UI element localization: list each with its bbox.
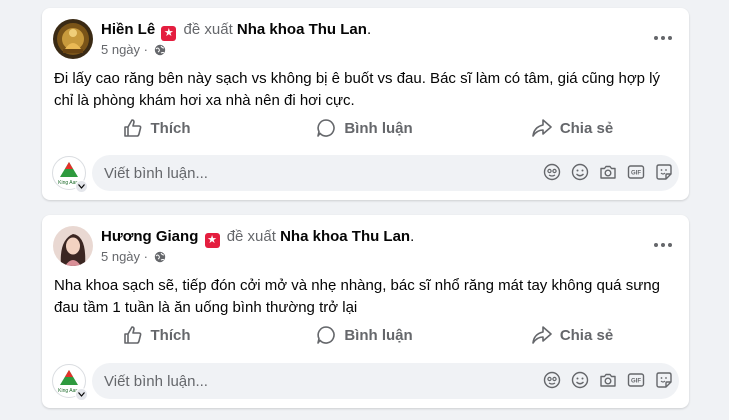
like-label: Thích: [150, 326, 191, 344]
recommend-badge-icon: ★: [204, 233, 220, 248]
avatar-sticker-icon[interactable]: [75, 388, 88, 401]
recommend-badge-icon: ★: [161, 26, 177, 41]
emoji-icon[interactable]: [571, 371, 589, 389]
camera-icon[interactable]: [599, 371, 617, 389]
comment-bubble-icon: [317, 119, 336, 137]
share-label: Chia sẻ: [559, 119, 614, 137]
header-period: .: [410, 228, 415, 245]
avatar-sticker-icon[interactable]: [543, 371, 561, 389]
share-arrow-icon: [532, 326, 552, 344]
gif-icon[interactable]: GIF: [627, 371, 645, 389]
comment-composer: GIF: [92, 363, 679, 399]
post-meta: 5 ngày ·: [101, 42, 166, 59]
share-arrow-icon: [532, 119, 552, 137]
emoji-icon[interactable]: [571, 163, 589, 181]
more-options-icon[interactable]: [651, 233, 675, 257]
post-body-text: Đi lấy cao răng bên này sạch vs không bị…: [54, 70, 660, 109]
review-post: Hiền Lê ★ đề xuất Nha khoa Thu Lan. 5 ng…: [42, 8, 689, 200]
comment-button[interactable]: Bình luận: [262, 110, 467, 146]
comment-tools: GIF: [543, 371, 673, 389]
more-options-icon[interactable]: [651, 26, 675, 50]
author-avatar[interactable]: [53, 19, 93, 59]
post-time[interactable]: 5 ngày: [101, 249, 140, 264]
post-meta: 5 ngày ·: [101, 249, 166, 266]
share-button[interactable]: Chia sẻ: [470, 110, 675, 146]
comment-label: Bình luận: [344, 119, 413, 137]
share-button[interactable]: Chia sẻ: [470, 317, 675, 353]
post-actions: Thích Bình luận Chia sẻ: [54, 317, 677, 353]
post-actions: Thích Bình luận Chia sẻ: [54, 110, 677, 146]
comment-tools: GIF: [543, 163, 673, 181]
post-body-text: Nha khoa sạch sẽ, tiếp đón cởi mở và nhẹ…: [54, 277, 660, 316]
comment-input[interactable]: [104, 155, 404, 191]
avatar-sticker-icon[interactable]: [75, 180, 88, 193]
svg-text:GIF: GIF: [631, 171, 641, 177]
like-button[interactable]: Thích: [54, 317, 259, 353]
author-name[interactable]: Hương Giang: [101, 228, 198, 245]
comment-button[interactable]: Bình luận: [262, 317, 467, 353]
comment-bubble-icon: [317, 326, 336, 344]
like-label: Thích: [150, 119, 191, 137]
share-label: Chia sẻ: [559, 326, 614, 344]
sticker-icon[interactable]: [655, 163, 673, 181]
post-header: Hương Giang ★ đề xuất Nha khoa Thu Lan.: [101, 228, 414, 248]
page-name-link[interactable]: Nha khoa Thu Lan: [237, 21, 367, 38]
recommend-text: đề xuất: [226, 228, 276, 245]
post-header: Hiền Lê ★ đề xuất Nha khoa Thu Lan.: [101, 21, 371, 41]
thumbs-up-icon: [123, 326, 141, 344]
meta-separator: ·: [143, 42, 149, 57]
sticker-icon[interactable]: [655, 371, 673, 389]
avatar-sticker-icon[interactable]: [543, 163, 561, 181]
svg-text:GIF: GIF: [631, 379, 641, 385]
page-name-link[interactable]: Nha khoa Thu Lan: [280, 228, 410, 245]
recommend-text: đề xuất: [183, 21, 233, 38]
review-post: Hương Giang ★ đề xuất Nha khoa Thu Lan. …: [42, 215, 689, 408]
thumbs-up-icon: [123, 119, 141, 137]
meta-separator: ·: [143, 249, 149, 264]
like-button[interactable]: Thích: [54, 110, 259, 146]
camera-icon[interactable]: [599, 163, 617, 181]
post-time[interactable]: 5 ngày: [101, 42, 140, 57]
author-name[interactable]: Hiền Lê: [101, 21, 155, 38]
comment-composer: GIF: [92, 155, 679, 191]
header-period: .: [366, 21, 372, 38]
gif-icon[interactable]: GIF: [627, 163, 645, 181]
comment-input[interactable]: [104, 363, 404, 399]
globe-icon: [154, 44, 166, 59]
globe-icon: [154, 251, 166, 266]
author-avatar[interactable]: [53, 226, 93, 266]
comment-label: Bình luận: [344, 326, 413, 344]
